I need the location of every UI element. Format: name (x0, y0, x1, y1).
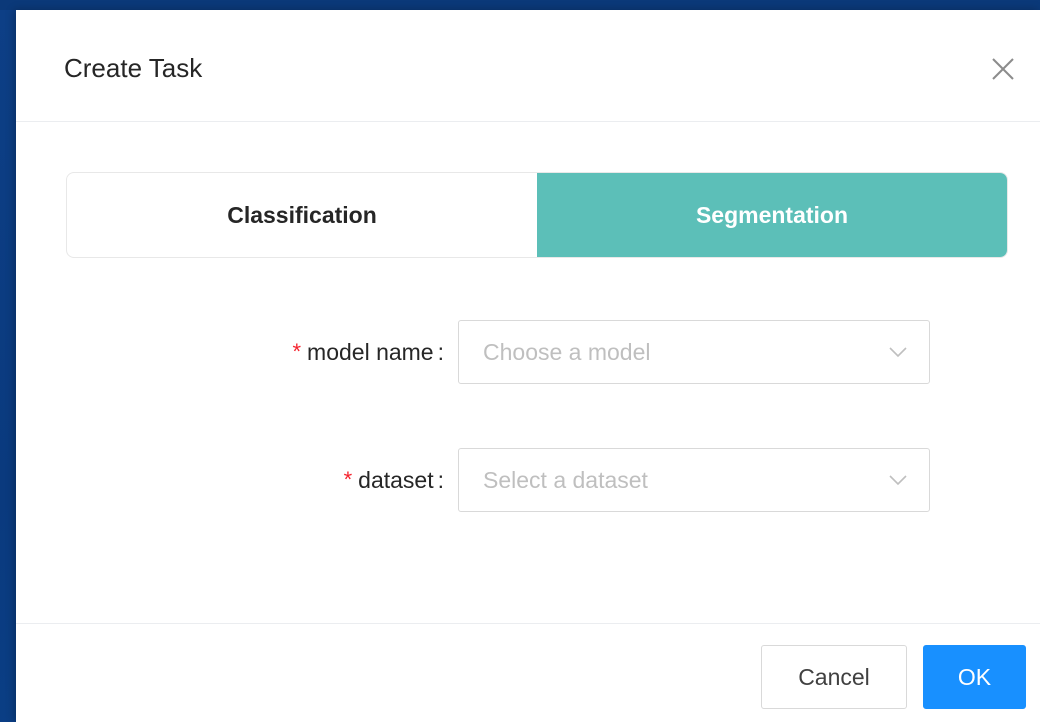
cancel-button[interactable]: Cancel (761, 645, 907, 709)
required-mark: * (343, 467, 353, 492)
close-button[interactable] (988, 54, 1018, 84)
form-row-dataset: * dataset : Select a dataset (16, 448, 1040, 512)
model-name-label: * model name : (292, 320, 444, 384)
close-icon (992, 58, 1014, 80)
dataset-select[interactable]: Select a dataset (458, 448, 930, 512)
modal-footer: Cancel OK (16, 623, 1040, 722)
model-name-select[interactable]: Choose a model (458, 320, 930, 384)
backdrop (0, 0, 1040, 10)
tab-classification[interactable]: Classification (67, 173, 537, 257)
form-row-model-name: * model name : Choose a model (16, 320, 1040, 384)
dataset-placeholder: Select a dataset (483, 467, 648, 493)
dataset-label-text: dataset (358, 466, 434, 493)
label-colon: : (437, 466, 444, 493)
ok-button[interactable]: OK (923, 645, 1026, 709)
tab-segmentation[interactable]: Segmentation (537, 173, 1007, 257)
model-name-placeholder: Choose a model (483, 339, 651, 365)
dataset-label: * dataset : (344, 448, 444, 512)
chevron-down-icon (889, 345, 907, 359)
chevron-down-icon (889, 473, 907, 487)
label-colon: : (437, 338, 444, 365)
model-name-label-text: model name (307, 338, 434, 365)
task-type-switch: Classification Segmentation (66, 172, 1008, 258)
create-task-modal: Create Task Classification Segmentation … (16, 10, 1040, 722)
modal-title: Create Task (64, 53, 203, 83)
required-mark: * (292, 339, 302, 364)
modal-header: Create Task (16, 10, 1040, 122)
